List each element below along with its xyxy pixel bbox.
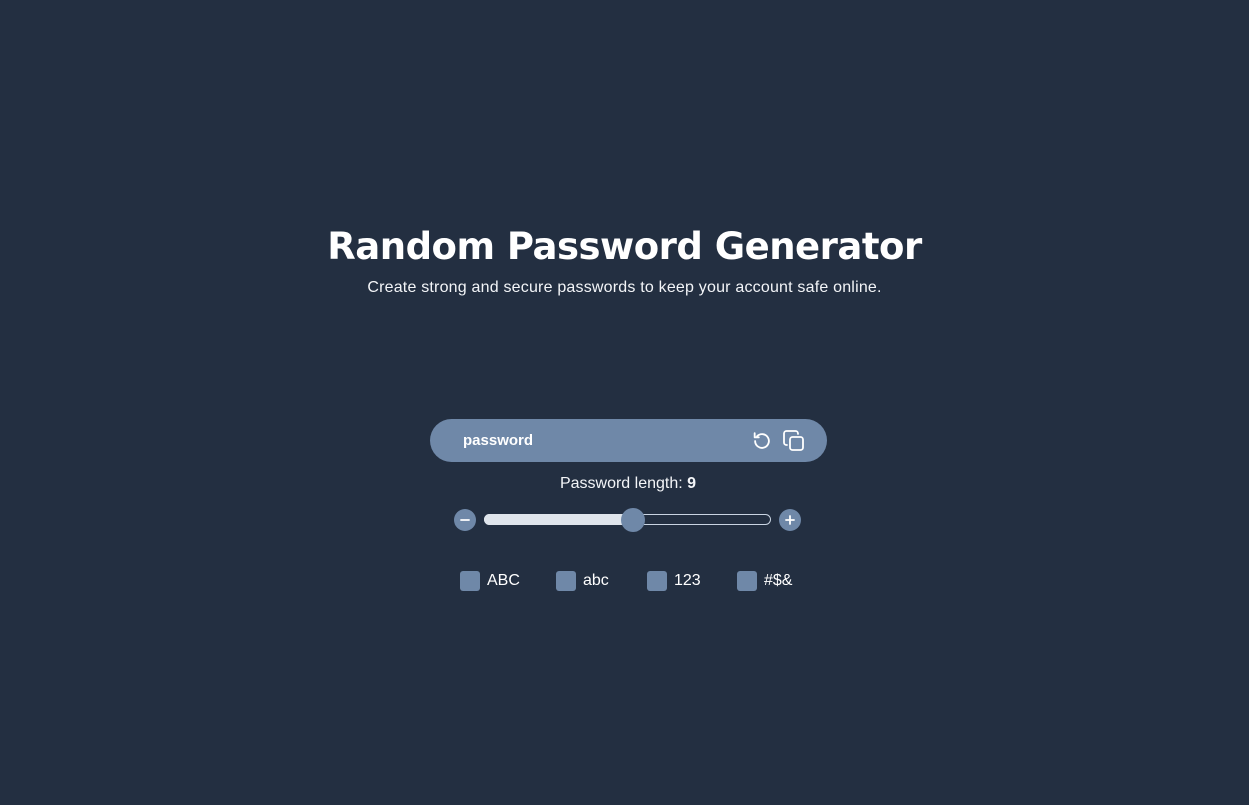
character-options: ABC abc 123 #$&	[0, 570, 1249, 592]
header: Random Password Generator Create strong …	[0, 220, 1249, 298]
option-numbers[interactable]: 123	[647, 570, 701, 592]
password-display: password	[430, 419, 827, 462]
lowercase-checkbox[interactable]	[556, 571, 576, 591]
copy-icon	[783, 429, 804, 451]
option-lowercase[interactable]: abc	[556, 570, 609, 592]
option-symbols[interactable]: #$&	[737, 570, 792, 592]
uppercase-checkbox[interactable]	[460, 571, 480, 591]
password-length-value: 9	[687, 475, 697, 492]
password-text[interactable]: password	[463, 432, 749, 449]
refresh-button[interactable]	[749, 428, 775, 454]
page-title: Random Password Generator	[327, 225, 922, 268]
plus-icon	[785, 515, 795, 525]
numbers-label: 123	[674, 572, 701, 589]
slider-fill	[484, 514, 634, 525]
length-slider[interactable]	[484, 508, 771, 532]
minus-icon	[460, 519, 470, 521]
password-length-label: Password length: 9	[0, 474, 1249, 494]
option-uppercase[interactable]: ABC	[460, 570, 520, 592]
lowercase-label: abc	[583, 572, 609, 589]
increase-length-button[interactable]	[779, 509, 801, 531]
numbers-checkbox[interactable]	[647, 571, 667, 591]
page-subtitle: Create strong and secure passwords to ke…	[367, 279, 882, 296]
password-length-text: Password length:	[559, 475, 688, 492]
decrease-length-button[interactable]	[454, 509, 476, 531]
symbols-checkbox[interactable]	[737, 571, 757, 591]
symbols-label: #$&	[764, 572, 793, 589]
refresh-icon	[753, 431, 770, 449]
copy-button[interactable]	[781, 428, 807, 454]
uppercase-label: ABC	[487, 572, 520, 589]
slider-thumb[interactable]	[621, 508, 646, 532]
